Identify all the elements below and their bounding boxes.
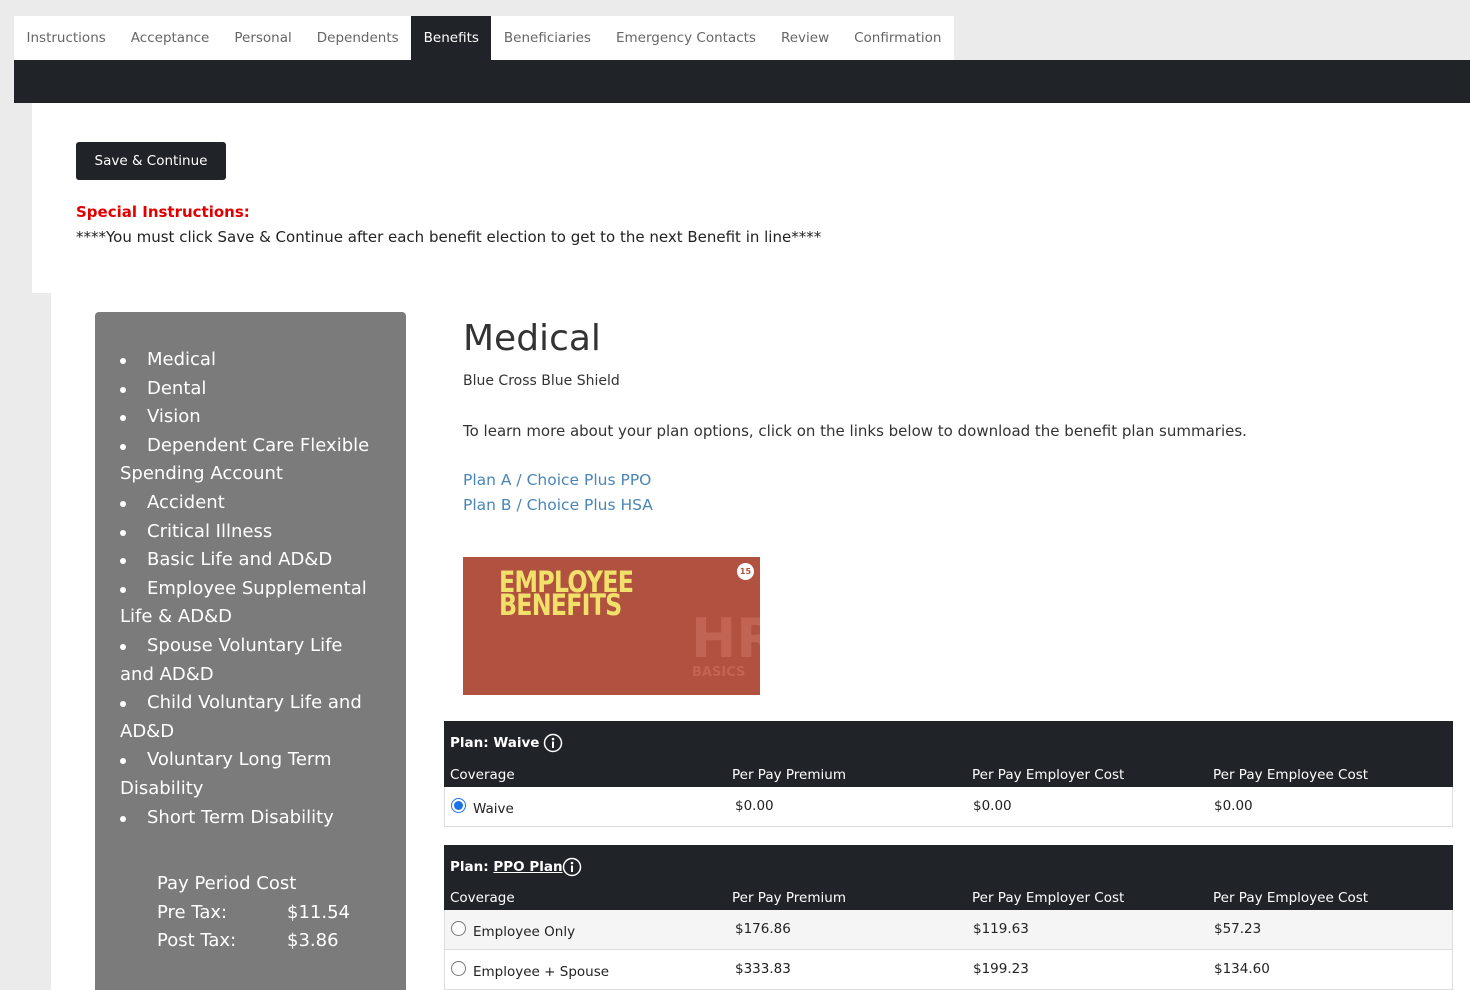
plan-a-link[interactable]: Plan A / Choice Plus PPO bbox=[463, 471, 651, 489]
sidebar-item-short-term-disability[interactable]: Short Term Disability bbox=[120, 804, 382, 833]
sidebar-item-critical-illness[interactable]: Critical Illness bbox=[120, 518, 382, 547]
sidebar-item-employee-supplemental-life[interactable]: Employee Supplemental Life & AD&D bbox=[120, 575, 382, 632]
sidebar-item-vision[interactable]: Vision bbox=[120, 403, 382, 432]
employer-cost-value: $0.00 bbox=[973, 798, 1012, 814]
pay-period-cost: Pay Period Cost Pre Tax: $11.54 Post Tax:… bbox=[157, 870, 350, 956]
coverage-label: Employee + Spouse bbox=[473, 964, 610, 980]
pre-tax-value: $11.54 bbox=[287, 901, 350, 923]
info-icon[interactable] bbox=[543, 733, 563, 753]
coverage-radio-waive[interactable] bbox=[451, 798, 466, 813]
sidebar-item-child-voluntary-life[interactable]: Child Voluntary Life and AD&D bbox=[120, 689, 382, 746]
benefit-carrier: Blue Cross Blue Shield bbox=[463, 373, 620, 389]
table-row: Employee + Spouse $333.83 $199.23 $134.6… bbox=[444, 950, 1453, 990]
benefit-title: Medical bbox=[463, 318, 601, 359]
sidebar-item-basic-life[interactable]: Basic Life and AD&D bbox=[120, 546, 382, 575]
employer-cost-value: $199.23 bbox=[973, 961, 1029, 977]
special-instructions-text: ****You must click Save & Continue after… bbox=[76, 228, 822, 246]
plan-table-ppo: Plan: PPO Plan Coverage Per Pay Premium … bbox=[444, 845, 1453, 990]
plan-b-link[interactable]: Plan B / Choice Plus HSA bbox=[463, 496, 653, 514]
save-continue-button[interactable]: Save & Continue bbox=[76, 142, 226, 180]
tab-beneficiaries[interactable]: Beneficiaries bbox=[491, 16, 603, 60]
tab-confirmation[interactable]: Confirmation bbox=[842, 16, 954, 60]
post-tax-value: $3.86 bbox=[287, 930, 339, 952]
info-icon[interactable] bbox=[562, 857, 582, 877]
ppo-plan-link[interactable]: PPO Plan bbox=[493, 859, 562, 875]
sidebar-item-dental[interactable]: Dental bbox=[120, 375, 382, 404]
table-row: Waive $0.00 $0.00 $0.00 bbox=[444, 787, 1453, 827]
premium-value: $333.83 bbox=[735, 961, 791, 977]
benefit-list: Medical Dental Vision Dependent Care Fle… bbox=[120, 346, 382, 832]
coverage-label: Waive bbox=[473, 801, 514, 817]
plan-name: Plan: Waive bbox=[450, 735, 540, 751]
pay-period-cost-title: Pay Period Cost bbox=[157, 873, 297, 894]
step-tabs: Instructions Acceptance Personal Depende… bbox=[14, 16, 954, 60]
plan-name: Plan: PPO Plan bbox=[450, 859, 563, 875]
learn-more-text: To learn more about your plan options, c… bbox=[463, 422, 1247, 440]
tab-benefits[interactable]: Benefits bbox=[411, 16, 492, 60]
premium-value: $176.86 bbox=[735, 921, 791, 937]
pre-tax-label: Pre Tax: bbox=[157, 901, 228, 923]
employee-benefits-banner: EMPLOYEE BENEFITS HR BASICS 15 bbox=[463, 557, 760, 695]
premium-value: $0.00 bbox=[735, 798, 774, 814]
plan-header: Plan: PPO Plan Coverage Per Pay Premium … bbox=[444, 845, 1453, 910]
coverage-radio-employee-only[interactable] bbox=[451, 921, 466, 936]
plan-table-waive: Plan: Waive Coverage Per Pay Premium Per… bbox=[444, 721, 1453, 827]
special-instructions-title: Special Instructions: bbox=[76, 203, 250, 221]
employee-cost-value: $0.00 bbox=[1214, 798, 1253, 814]
tab-personal[interactable]: Personal bbox=[222, 16, 304, 60]
tab-instructions[interactable]: Instructions bbox=[14, 16, 118, 60]
coverage-label: Employee Only bbox=[473, 924, 576, 940]
header-bar bbox=[14, 60, 1470, 103]
sidebar-item-dependent-care-fsa[interactable]: Dependent Care Flexible Spending Account bbox=[120, 432, 382, 489]
coverage-radio-employee-spouse[interactable] bbox=[451, 961, 466, 976]
action-panel: Save & Continue Special Instructions: **… bbox=[32, 103, 1470, 293]
sidebar-item-spouse-voluntary-life[interactable]: Spouse Voluntary Life and AD&D bbox=[120, 632, 382, 689]
post-tax-label: Post Tax: bbox=[157, 930, 237, 952]
badge-icon: 15 bbox=[737, 563, 754, 580]
tab-emergency-contacts[interactable]: Emergency Contacts bbox=[603, 16, 768, 60]
sidebar-item-medical[interactable]: Medical bbox=[120, 346, 382, 375]
tab-acceptance[interactable]: Acceptance bbox=[118, 16, 222, 60]
benefits-sidebar: Medical Dental Vision Dependent Care Fle… bbox=[95, 312, 406, 990]
employer-cost-value: $119.63 bbox=[973, 921, 1029, 937]
table-row: Employee Only $176.86 $119.63 $57.23 bbox=[444, 910, 1453, 950]
employee-cost-value: $134.60 bbox=[1214, 961, 1270, 977]
plan-header: Plan: Waive Coverage Per Pay Premium Per… bbox=[444, 721, 1453, 787]
tab-dependents[interactable]: Dependents bbox=[304, 16, 411, 60]
employee-cost-value: $57.23 bbox=[1214, 921, 1262, 937]
benefit-details: Medical Blue Cross Blue Shield To learn … bbox=[463, 318, 1247, 514]
sidebar-item-accident[interactable]: Accident bbox=[120, 489, 382, 518]
sidebar-item-voluntary-ltd[interactable]: Voluntary Long Term Disability bbox=[120, 746, 382, 803]
tab-review[interactable]: Review bbox=[768, 16, 841, 60]
